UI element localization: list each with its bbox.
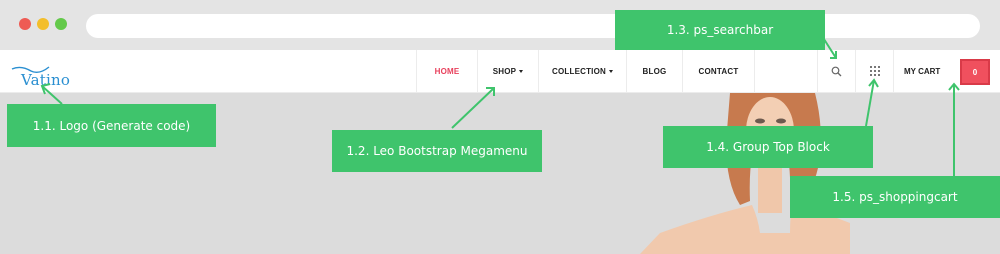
nav-item-collection[interactable]: COLLECTION (538, 50, 626, 92)
nav-item-label: CONTACT (698, 66, 739, 76)
main-menu: HOME SHOP COLLECTION BLOG CONTACT (416, 50, 755, 92)
cart-label: MY CART (904, 66, 941, 76)
grid-icon (869, 66, 880, 76)
group-top-button[interactable] (855, 50, 893, 92)
callout-cart: 1.5. ps_shoppingcart (790, 176, 1000, 218)
maximize-window-button[interactable] (55, 18, 67, 30)
nav-item-label: BLOG (642, 66, 667, 76)
model-photo (640, 93, 850, 254)
callout-logo: 1.1. Logo (Generate code) (7, 104, 216, 147)
nav-item-contact[interactable]: CONTACT (682, 50, 755, 92)
search-button[interactable] (817, 50, 855, 92)
nav-item-label: COLLECTION (552, 66, 606, 76)
site-logo[interactable]: Vatino (7, 57, 87, 89)
nav-item-shop[interactable]: SHOP (477, 50, 538, 92)
callout-megamenu: 1.2. Leo Bootstrap Megamenu (332, 130, 542, 172)
cart-count-badge[interactable]: 0 (960, 59, 990, 85)
browser-chrome (0, 0, 1000, 50)
search-icon (831, 66, 842, 76)
caret-down-icon (609, 69, 613, 73)
caret-down-icon (519, 69, 524, 73)
nav-item-home[interactable]: HOME (416, 50, 477, 92)
nav-item-label: SHOP (492, 66, 517, 76)
callout-searchbar: 1.3. ps_searchbar (615, 10, 825, 50)
close-window-button[interactable] (19, 18, 31, 30)
cart-button[interactable]: MY CART (893, 50, 953, 92)
site-header: Vatino HOME SHOP COLLECTION BLOG CONTACT (0, 50, 1000, 93)
nav-item-label: HOME (434, 66, 460, 76)
nav-item-blog[interactable]: BLOG (626, 50, 682, 92)
address-bar[interactable] (86, 14, 980, 38)
callout-group-top: 1.4. Group Top Block (663, 126, 873, 168)
minimize-window-button[interactable] (37, 18, 49, 30)
logo-text: Vatino (21, 71, 71, 89)
